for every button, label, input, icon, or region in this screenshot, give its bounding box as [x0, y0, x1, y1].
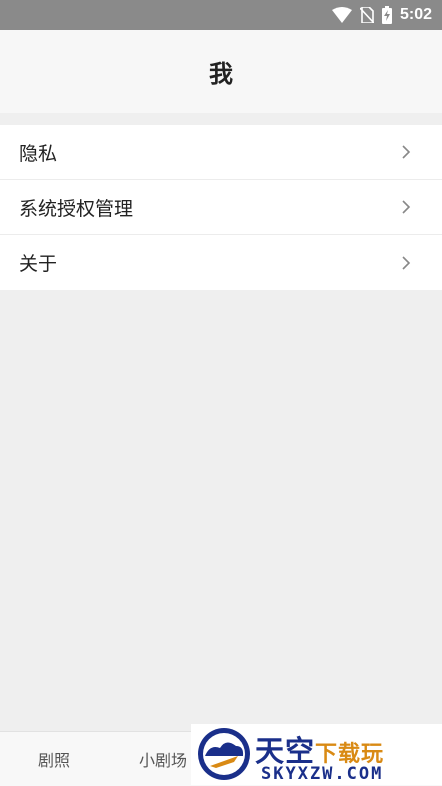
menu-item-label: 关于 [19, 253, 58, 275]
watermark-url: SKYXZW.COM [261, 764, 384, 784]
battery-charging-icon [381, 6, 392, 24]
menu-item-permissions[interactable]: 系统授权管理 [0, 180, 442, 235]
no-sim-icon [359, 7, 374, 23]
settings-menu: 隐私 系统授权管理 关于 [0, 125, 442, 290]
watermark-logo-icon [198, 728, 250, 780]
menu-item-label: 隐私 [19, 142, 58, 165]
status-icons: 5:02 [331, 0, 432, 30]
watermark: 天空下载玩 SKYXZW.COM [191, 724, 442, 785]
status-bar: 5:02 [0, 0, 442, 30]
chevron-right-icon [402, 200, 411, 214]
wifi-icon [331, 7, 352, 23]
page-title: 我 [209, 60, 233, 88]
chevron-right-icon [402, 255, 411, 270]
menu-item-about[interactable]: 关于 [0, 235, 442, 290]
tab-stills[interactable]: 剧照 [38, 732, 70, 786]
tab-short-theater[interactable]: 小剧场 [139, 732, 187, 786]
menu-item-label: 系统授权管理 [19, 197, 134, 220]
watermark-title-main: 天空 [255, 734, 316, 768]
menu-item-privacy[interactable]: 隐私 [0, 125, 442, 180]
chevron-right-icon [402, 145, 411, 159]
page-header: 我 [0, 30, 442, 113]
status-time: 5:02 [399, 6, 432, 23]
